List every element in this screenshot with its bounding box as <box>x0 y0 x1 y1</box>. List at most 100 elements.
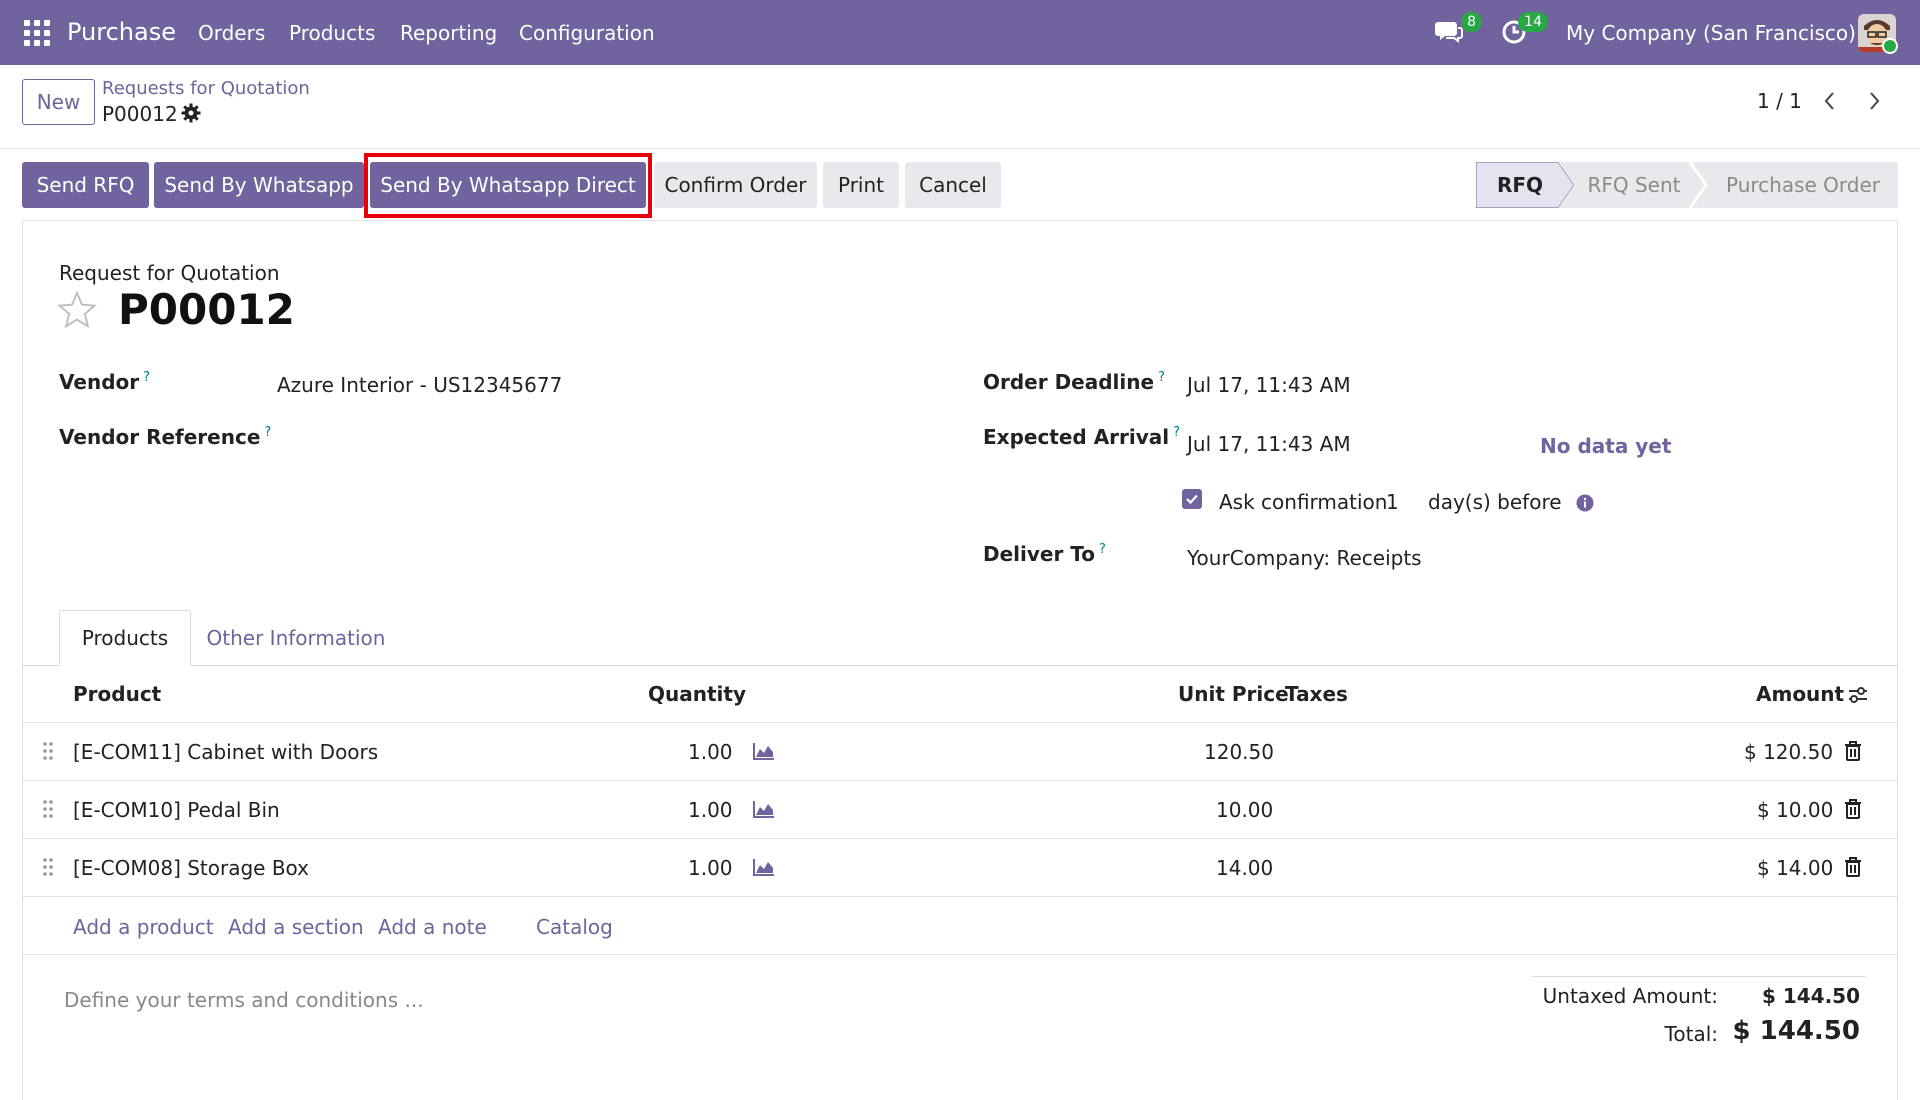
trash-icon[interactable] <box>1844 857 1862 877</box>
drag-handle-icon[interactable] <box>42 799 54 819</box>
expected-arrival-field[interactable]: Jul 17, 11:43 AM <box>1187 432 1351 456</box>
forecast-chart-icon[interactable] <box>752 741 776 761</box>
ask-confirmation-label: Ask confirmation <box>1219 490 1388 514</box>
cancel-button[interactable]: Cancel <box>905 162 1001 208</box>
ask-confirmation-checkbox[interactable] <box>1182 489 1202 509</box>
row-quantity[interactable]: 1.00 <box>688 798 733 822</box>
row-divider <box>23 896 1897 897</box>
terms-and-conditions-field[interactable]: Define your terms and conditions ... <box>64 988 424 1012</box>
column-header-taxes[interactable]: Taxes <box>1285 682 1348 706</box>
send-rfq-button[interactable]: Send RFQ <box>22 162 149 208</box>
trash-icon[interactable] <box>1844 741 1862 761</box>
activities-button[interactable]: 14 <box>1500 12 1548 50</box>
column-header-quantity[interactable]: Quantity <box>648 682 746 706</box>
forecast-chart-icon[interactable] <box>752 857 776 877</box>
no-data-yet-link[interactable]: No data yet <box>1540 434 1671 458</box>
table-header-divider <box>23 722 1897 723</box>
send-by-whatsapp-button[interactable]: Send By Whatsapp <box>154 162 364 208</box>
add-product-link[interactable]: Add a product <box>73 915 214 939</box>
deliver-to-label: Deliver To? <box>983 542 1106 566</box>
row-divider <box>23 780 1897 781</box>
order-deadline-help-icon[interactable]: ? <box>1158 370 1165 385</box>
untaxed-amount-label: Untaxed Amount: <box>1542 984 1718 1008</box>
chevron-right-icon[interactable] <box>1862 87 1886 115</box>
row-unit-price[interactable]: 14.00 <box>1216 856 1273 880</box>
totals-divider <box>1531 976 1866 977</box>
add-section-link[interactable]: Add a section <box>228 915 364 939</box>
online-status-indicator <box>1882 38 1898 54</box>
deliver-to-help-icon[interactable]: ? <box>1099 542 1106 557</box>
apps-menu-icon[interactable] <box>24 20 50 46</box>
activities-count-badge: 14 <box>1518 12 1548 32</box>
order-deadline-field[interactable]: Jul 17, 11:43 AM <box>1187 373 1351 397</box>
chevron-left-icon[interactable] <box>1818 87 1842 115</box>
expected-arrival-label: Expected Arrival? <box>983 425 1181 449</box>
vendor-field[interactable]: Azure Interior - US12345677 <box>277 373 562 397</box>
untaxed-amount-value: $ 144.50 <box>1761 984 1860 1008</box>
menu-products[interactable]: Products <box>289 21 375 45</box>
expected-arrival-help-icon[interactable]: ? <box>1173 425 1180 440</box>
column-settings-icon[interactable] <box>1846 683 1870 707</box>
vendor-reference-label: Vendor Reference? <box>59 425 272 449</box>
column-header-amount[interactable]: Amount <box>1756 682 1844 706</box>
catalog-link[interactable]: Catalog <box>536 915 613 939</box>
total-label: Total: <box>1664 1022 1718 1046</box>
document-type-label: Request for Quotation <box>59 261 280 285</box>
vendor-help-icon[interactable]: ? <box>143 370 150 385</box>
row-amount: $ 14.00 <box>1757 856 1834 880</box>
row-product[interactable]: [E-COM08] Storage Box <box>73 856 309 880</box>
top-navbar: Purchase Orders Products Reporting Confi… <box>0 0 1920 65</box>
vendor-label: Vendor? <box>59 370 151 394</box>
menu-reporting[interactable]: Reporting <box>400 21 497 45</box>
row-amount: $ 10.00 <box>1757 798 1834 822</box>
breadcrumb-current-record: P00012 <box>102 102 178 126</box>
drag-handle-icon[interactable] <box>42 857 54 877</box>
checkmark-icon <box>1186 494 1198 505</box>
row-quantity[interactable]: 1.00 <box>688 740 733 764</box>
tab-other-information[interactable]: Other Information <box>200 610 392 666</box>
ask-confirmation-days-field[interactable]: 1 <box>1386 490 1399 514</box>
row-divider <box>23 838 1897 839</box>
drag-handle-icon[interactable] <box>42 741 54 761</box>
column-header-product[interactable]: Product <box>73 682 161 706</box>
highlight-annotation <box>364 153 652 218</box>
confirm-order-button[interactable]: Confirm Order <box>654 162 817 208</box>
row-unit-price[interactable]: 120.50 <box>1204 740 1274 764</box>
messages-button[interactable]: 8 <box>1434 12 1482 50</box>
vendor-reference-field[interactable] <box>277 420 897 450</box>
control-panel-divider <box>0 148 1920 149</box>
app-name[interactable]: Purchase <box>67 18 176 46</box>
new-button[interactable]: New <box>22 79 95 125</box>
menu-configuration[interactable]: Configuration <box>519 21 655 45</box>
add-note-link[interactable]: Add a note <box>378 915 487 939</box>
tab-products[interactable]: Products <box>59 610 191 666</box>
document-title: P00012 <box>118 285 295 334</box>
info-icon[interactable] <box>1576 494 1594 512</box>
row-quantity[interactable]: 1.00 <box>688 856 733 880</box>
table-bottom-divider <box>23 954 1897 955</box>
days-before-label: day(s) before <box>1428 490 1562 514</box>
row-unit-price[interactable]: 10.00 <box>1216 798 1273 822</box>
forecast-chart-icon[interactable] <box>752 799 776 819</box>
order-deadline-label: Order Deadline? <box>983 370 1165 394</box>
status-bar: RFQ RFQ Sent Purchase Order <box>1476 162 1898 208</box>
status-step-rfq-sent[interactable]: RFQ Sent <box>1576 162 1692 208</box>
company-switcher[interactable]: My Company (San Francisco) <box>1566 21 1856 45</box>
deliver-to-field[interactable]: YourCompany: Receipts <box>1187 546 1422 570</box>
row-product[interactable]: [E-COM11] Cabinet with Doors <box>73 740 378 764</box>
gear-icon[interactable] <box>181 103 201 123</box>
vendor-reference-help-icon[interactable]: ? <box>264 425 271 440</box>
chat-icon <box>1435 22 1463 43</box>
pager-value[interactable]: 1 / 1 <box>1757 89 1802 113</box>
row-product[interactable]: [E-COM10] Pedal Bin <box>73 798 280 822</box>
messages-count-badge: 8 <box>1461 12 1482 32</box>
breadcrumb-requests-for-quotation[interactable]: Requests for Quotation <box>102 78 310 99</box>
status-step-purchase-order[interactable]: Purchase Order <box>1708 162 1898 208</box>
print-button[interactable]: Print <box>823 162 899 208</box>
status-step-rfq[interactable]: RFQ <box>1476 162 1564 208</box>
total-value: $ 144.50 <box>1732 1016 1860 1046</box>
trash-icon[interactable] <box>1844 799 1862 819</box>
star-icon[interactable] <box>57 290 97 330</box>
menu-orders[interactable]: Orders <box>198 21 265 45</box>
column-header-unit-price[interactable]: Unit Price <box>1178 682 1289 706</box>
